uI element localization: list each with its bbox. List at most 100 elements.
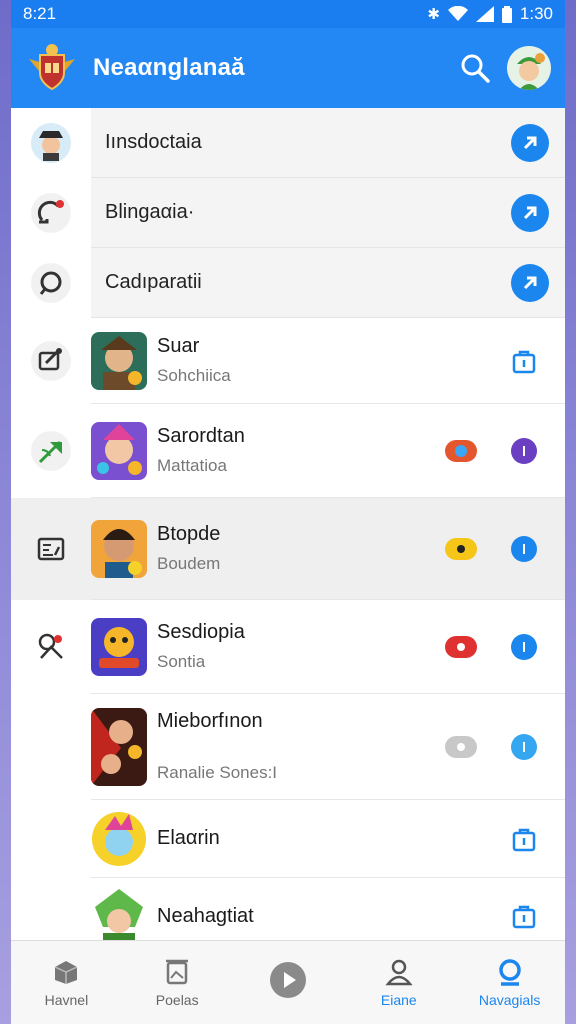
arrow-up-right-icon <box>523 206 537 219</box>
row-content: Sarordtan Mattatioa <box>91 404 565 498</box>
list-item[interactable]: Sarordtan Mattatioa <box>11 404 565 498</box>
pirate-avatar-icon <box>31 123 71 163</box>
crest-logo <box>25 41 79 95</box>
toggle-dot <box>455 444 467 457</box>
search-icon <box>461 54 490 83</box>
signal-icon <box>475 6 494 22</box>
quick-row-label: Iınsdoctaia <box>105 131 202 153</box>
item-subtitle: Ranalie Sones:I <box>157 763 278 782</box>
play-icon <box>269 961 306 998</box>
row-content: Suar Sohchiica <box>91 318 565 404</box>
person-icon <box>385 959 413 985</box>
row-content: Btopde Boudem <box>91 498 565 600</box>
app-bar: Neaαnglanaă <box>11 28 565 108</box>
item-title: Sesdiopia <box>157 621 245 643</box>
status-time: 8:21 <box>23 4 57 23</box>
profile-avatar[interactable] <box>507 46 551 90</box>
quick-row[interactable]: Iınsdoctaia <box>11 108 565 178</box>
list-item[interactable]: Suar Sohchiica <box>11 318 565 404</box>
shopping-bag-icon[interactable] <box>511 826 537 852</box>
quick-row[interactable]: Blingaαia· <box>11 178 565 248</box>
nav-profile[interactable]: Eiane <box>343 941 454 1024</box>
open-button[interactable] <box>511 263 549 302</box>
open-button[interactable] <box>511 123 549 162</box>
phone-screen: 8:21 ✱ 1:30 Neaαnglanaă Iınsdoctaia Blin… <box>11 0 565 1024</box>
status-toggle[interactable] <box>445 537 477 560</box>
row-leading <box>11 341 91 381</box>
list-item[interactable]: Elaαrin <box>11 800 565 878</box>
status-bar: 8:21 ✱ 1:30 <box>11 0 565 28</box>
edit-icon <box>31 341 71 381</box>
status-toggle[interactable] <box>445 735 477 758</box>
app-thumbnail <box>91 331 147 390</box>
item-title: Neahagtiat <box>157 904 254 927</box>
status-toggle[interactable] <box>445 439 477 462</box>
list-item[interactable]: Btopde Boudem <box>11 498 565 600</box>
row-content: Sesdiopia Sontia <box>91 600 565 694</box>
search-refresh-icon <box>31 263 71 303</box>
nav-label: Eiane <box>380 991 417 1008</box>
nav-posts[interactable]: Poelas <box>122 941 233 1024</box>
row-content: Mieborfınon Ranalie Sones:I <box>91 694 565 800</box>
quick-row[interactable]: Cadıparatii <box>11 248 565 318</box>
key-pin-icon <box>31 627 71 667</box>
app-thumbnail <box>91 421 147 480</box>
bottom-navigation: Havnel Poelas Eiane Navagials <box>11 940 565 1024</box>
info-icon[interactable] <box>511 535 537 562</box>
item-texts: Suar Sohchiica <box>157 335 511 386</box>
info-icon[interactable] <box>511 733 537 760</box>
item-title: Sarordtan <box>157 425 245 447</box>
item-texts: Btopde Boudem <box>157 523 445 574</box>
box-icon <box>55 960 78 984</box>
nav-label: Poelas <box>155 991 199 1008</box>
row-leading <box>11 193 91 233</box>
status-clock: 1:30 <box>519 4 553 23</box>
item-subtitle: Sohchiica <box>157 366 231 385</box>
item-texts: Sesdiopia Sontia <box>157 621 445 672</box>
app-thumbnail <box>91 519 147 578</box>
app-thumbnail <box>91 617 147 676</box>
shopping-bag-icon[interactable] <box>511 348 537 374</box>
status-icons: ✱ 1:30 <box>427 4 553 24</box>
search-button[interactable] <box>455 48 495 88</box>
wifi-icon <box>447 6 468 21</box>
item-subtitle: Sontia <box>157 652 206 671</box>
row-content: Cadıparatii <box>91 248 565 318</box>
list-item[interactable]: Sesdiopia Sontia <box>11 600 565 694</box>
quick-row-label: Blingaαia· <box>105 201 195 223</box>
app-thumbnail <box>91 887 147 945</box>
item-title: Suar <box>157 335 200 357</box>
arrow-up-right-icon <box>523 276 537 289</box>
item-title: Mieborfınon <box>157 710 263 732</box>
toggle-dot <box>457 544 465 553</box>
info-icon[interactable] <box>511 437 537 464</box>
nav-navigation[interactable]: Navagials <box>454 941 565 1024</box>
row-leading <box>11 627 91 667</box>
quick-row-label: Cadıparatii <box>105 271 202 293</box>
item-subtitle: Mattatioa <box>157 456 227 475</box>
status-toggle[interactable] <box>445 635 477 658</box>
row-content: Iınsdoctaia <box>91 108 565 178</box>
refresh-pin-icon <box>31 193 71 233</box>
nav-play[interactable] <box>233 941 344 1024</box>
row-leading <box>11 529 91 569</box>
app-title: Neaαnglanaă <box>93 54 245 81</box>
app-thumbnail <box>91 707 147 786</box>
nav-label: Havnel <box>44 991 89 1008</box>
main-list: Iınsdoctaia Blingaαia· Cadıparatii Suar … <box>11 108 565 954</box>
list-item[interactable]: Mieborfınon Ranalie Sones:I <box>11 694 565 800</box>
shopping-bag-icon[interactable] <box>511 903 537 929</box>
open-button[interactable] <box>511 193 549 232</box>
bluetooth-icon: ✱ <box>427 6 440 23</box>
item-subtitle: Boudem <box>157 554 221 573</box>
leaf-arrow-icon <box>31 431 71 471</box>
nav-home[interactable]: Havnel <box>11 941 122 1024</box>
gallery-icon <box>166 959 189 984</box>
row-content: Elaαrin <box>91 800 565 878</box>
nav-label: Navagials <box>478 991 541 1008</box>
row-content: Blingaαia· <box>91 178 565 248</box>
info-icon[interactable] <box>511 633 537 660</box>
item-texts: Elaαrin <box>157 827 511 850</box>
search-person-icon <box>498 958 521 986</box>
item-texts: Mieborfınon Ranalie Sones:I <box>157 710 445 783</box>
